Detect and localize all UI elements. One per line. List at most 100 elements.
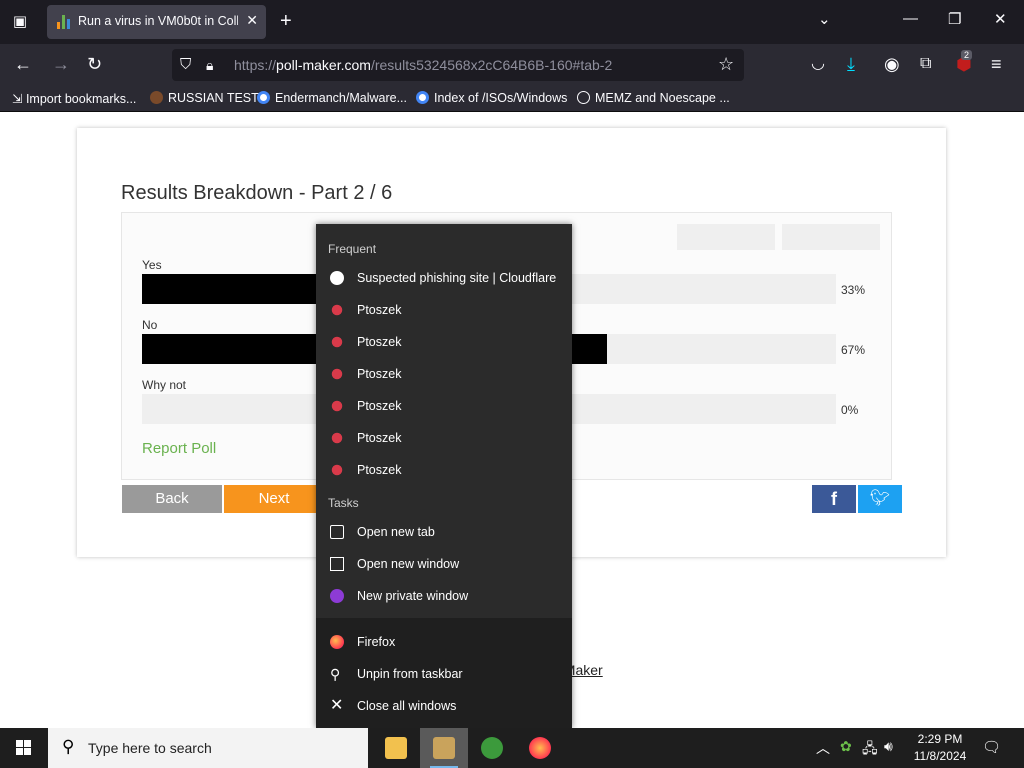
clock-time: 2:29 PM [917,732,963,746]
jump-frequent-item[interactable]: Ptoszek [316,422,572,454]
search-placeholder: Type here to search [88,740,212,756]
reload-icon[interactable]: ↻ [87,53,102,75]
back-arrow-icon[interactable]: ← [14,53,32,75]
placeholder-tab [782,224,880,250]
launch-firefox-action[interactable]: Firefox [316,626,572,658]
show-hidden-icons-chevron-icon[interactable]: ︿ [816,738,830,758]
minimize-icon[interactable]: — [903,10,918,27]
option-label-yes: Yes [142,258,162,272]
taskbar-green-app[interactable] [468,728,516,768]
restore-icon[interactable]: ❐ [948,10,961,28]
jump-frequent-item[interactable]: Ptoszek [316,390,572,422]
folder-icon [385,737,407,759]
option-label-no: No [142,318,158,332]
bookmarks-toolbar: ⇲ Import bookmarks... RUSSIAN TEST Ender… [0,86,1024,112]
percent-why-not: 0% [841,403,859,417]
import-icon: ⇲ [12,92,26,106]
taskbar-search-box[interactable]: ⚲ Type here to search [48,728,368,768]
bookmark-star-icon[interactable]: ☆ [718,53,734,75]
bookmark-memz[interactable]: MEMZ and Noescape ... [577,91,730,105]
network-icon[interactable]: 🖧︎ [862,738,878,762]
tab-list-icon[interactable]: ▣ [8,10,32,34]
taskbar-pinned-app[interactable] [420,728,468,768]
cherry-icon [331,400,343,412]
tab-bar: ▣ Run a virus in VM0b0t in Collab ✕ + ⌄ … [0,0,1024,44]
list-all-tabs-icon[interactable]: ⌄ [818,10,831,28]
poll-favicon-icon [57,15,71,29]
window-close-icon[interactable]: ✕ [994,10,1007,28]
google-icon [416,91,429,104]
app-icon [433,737,455,759]
firefox-jump-list: Frequent Suspected phishing site | Cloud… [316,224,572,728]
jump-frequent-item[interactable]: Ptoszek [316,454,572,486]
private-window-icon [330,589,344,603]
open-new-tab-task[interactable]: Open new tab [316,516,572,548]
percent-yes: 33% [841,283,866,297]
navigation-toolbar: ← → ↻ ⛉ 🔒︎ https://poll-maker.com/result… [0,44,1024,86]
account-icon[interactable]: ◉ [884,53,900,75]
extension-badge: 2 [961,50,973,60]
url-text: https://poll-maker.com/results5324568x2c… [234,57,613,73]
new-window-icon [330,557,344,571]
twitter-share-button[interactable]: 🐦︎ [858,485,902,513]
windows-taskbar: ⚲ Type here to search ︿ ✿ 🖧︎ 🔊︎ 2:29 PM … [0,728,1024,768]
facebook-share-button[interactable]: f [812,485,856,513]
jump-frequent-item[interactable]: Ptoszek [316,358,572,390]
tray-app-icon[interactable]: ✿ [840,738,852,755]
new-private-window-task[interactable]: New private window [316,580,572,612]
bookmark-russian-test[interactable]: RUSSIAN TEST [150,91,259,105]
downloads-icon[interactable]: ⤓ [847,53,855,75]
google-icon [257,91,270,104]
tab-close-icon[interactable]: ✕ [246,12,258,29]
cherry-icon [331,336,343,348]
report-poll-link[interactable]: Report Poll [142,440,216,457]
smiley-icon [330,271,344,285]
tracking-shield-icon[interactable]: ⛉ [180,54,191,76]
cherry-icon [331,368,343,380]
new-tab-icon [330,525,344,539]
url-bar[interactable]: ⛉ 🔒︎ https://poll-maker.com/results53245… [172,49,744,81]
taskbar-file-explorer[interactable] [372,728,420,768]
volume-icon[interactable]: 🔊︎ [884,738,893,755]
tasks-header: Tasks [328,496,359,510]
cherry-icon [331,304,343,316]
active-tab[interactable]: Run a virus in VM0b0t in Collab ✕ [47,5,266,39]
lock-icon[interactable]: 🔒︎ [206,54,213,76]
extensions-icon[interactable]: ⧉ [920,53,931,75]
next-button[interactable]: Next [224,485,324,513]
close-all-windows-action[interactable]: ✕ Close all windows [316,690,572,722]
jump-frequent-item[interactable]: Ptoszek [316,294,572,326]
cherry-icon [331,464,343,476]
close-icon: ✕ [330,697,344,714]
menu-icon[interactable]: ≡ [991,53,1002,75]
forward-arrow-icon[interactable]: → [52,53,70,75]
notification-icon[interactable]: 🗨︎ [982,738,1001,756]
jump-frequent-item[interactable]: Suspected phishing site | Cloudflare [316,262,572,294]
percent-no: 67% [841,343,866,357]
search-icon: ⚲ [62,737,75,756]
twitter-bird-icon: 🐦︎ [869,490,891,507]
green-app-icon [481,737,503,759]
page-title: Results Breakdown - Part 2 / 6 [121,182,393,204]
bookmark-import[interactable]: ⇲ Import bookmarks... [12,91,136,106]
russian-test-favicon-icon [150,91,163,104]
taskbar-clock[interactable]: 2:29 PM 11/8/2024 [904,731,976,765]
frequent-header: Frequent [328,242,377,256]
browser-icon [529,737,551,759]
new-tab-icon[interactable]: + [280,10,292,32]
bookmark-index-isos[interactable]: Index of /ISOs/Windows [416,91,567,105]
start-button[interactable] [0,728,48,768]
unpin-icon: ⚲ [330,666,341,682]
placeholder-tab [677,224,775,250]
taskbar-browser[interactable] [516,728,564,768]
back-button[interactable]: Back [122,485,222,513]
unpin-from-taskbar-action[interactable]: ⚲ Unpin from taskbar [316,658,572,690]
clock-date: 11/8/2024 [913,749,967,763]
tab-title: Run a virus in VM0b0t in Collab [78,14,238,28]
open-new-window-task[interactable]: Open new window [316,548,572,580]
option-label-why-not: Why not [142,378,187,392]
bookmark-endermanch[interactable]: Endermanch/Malware... [257,91,407,105]
pocket-icon[interactable]: ◡ [811,53,825,75]
jump-frequent-item[interactable]: Ptoszek [316,326,572,358]
globe-icon [577,91,590,104]
